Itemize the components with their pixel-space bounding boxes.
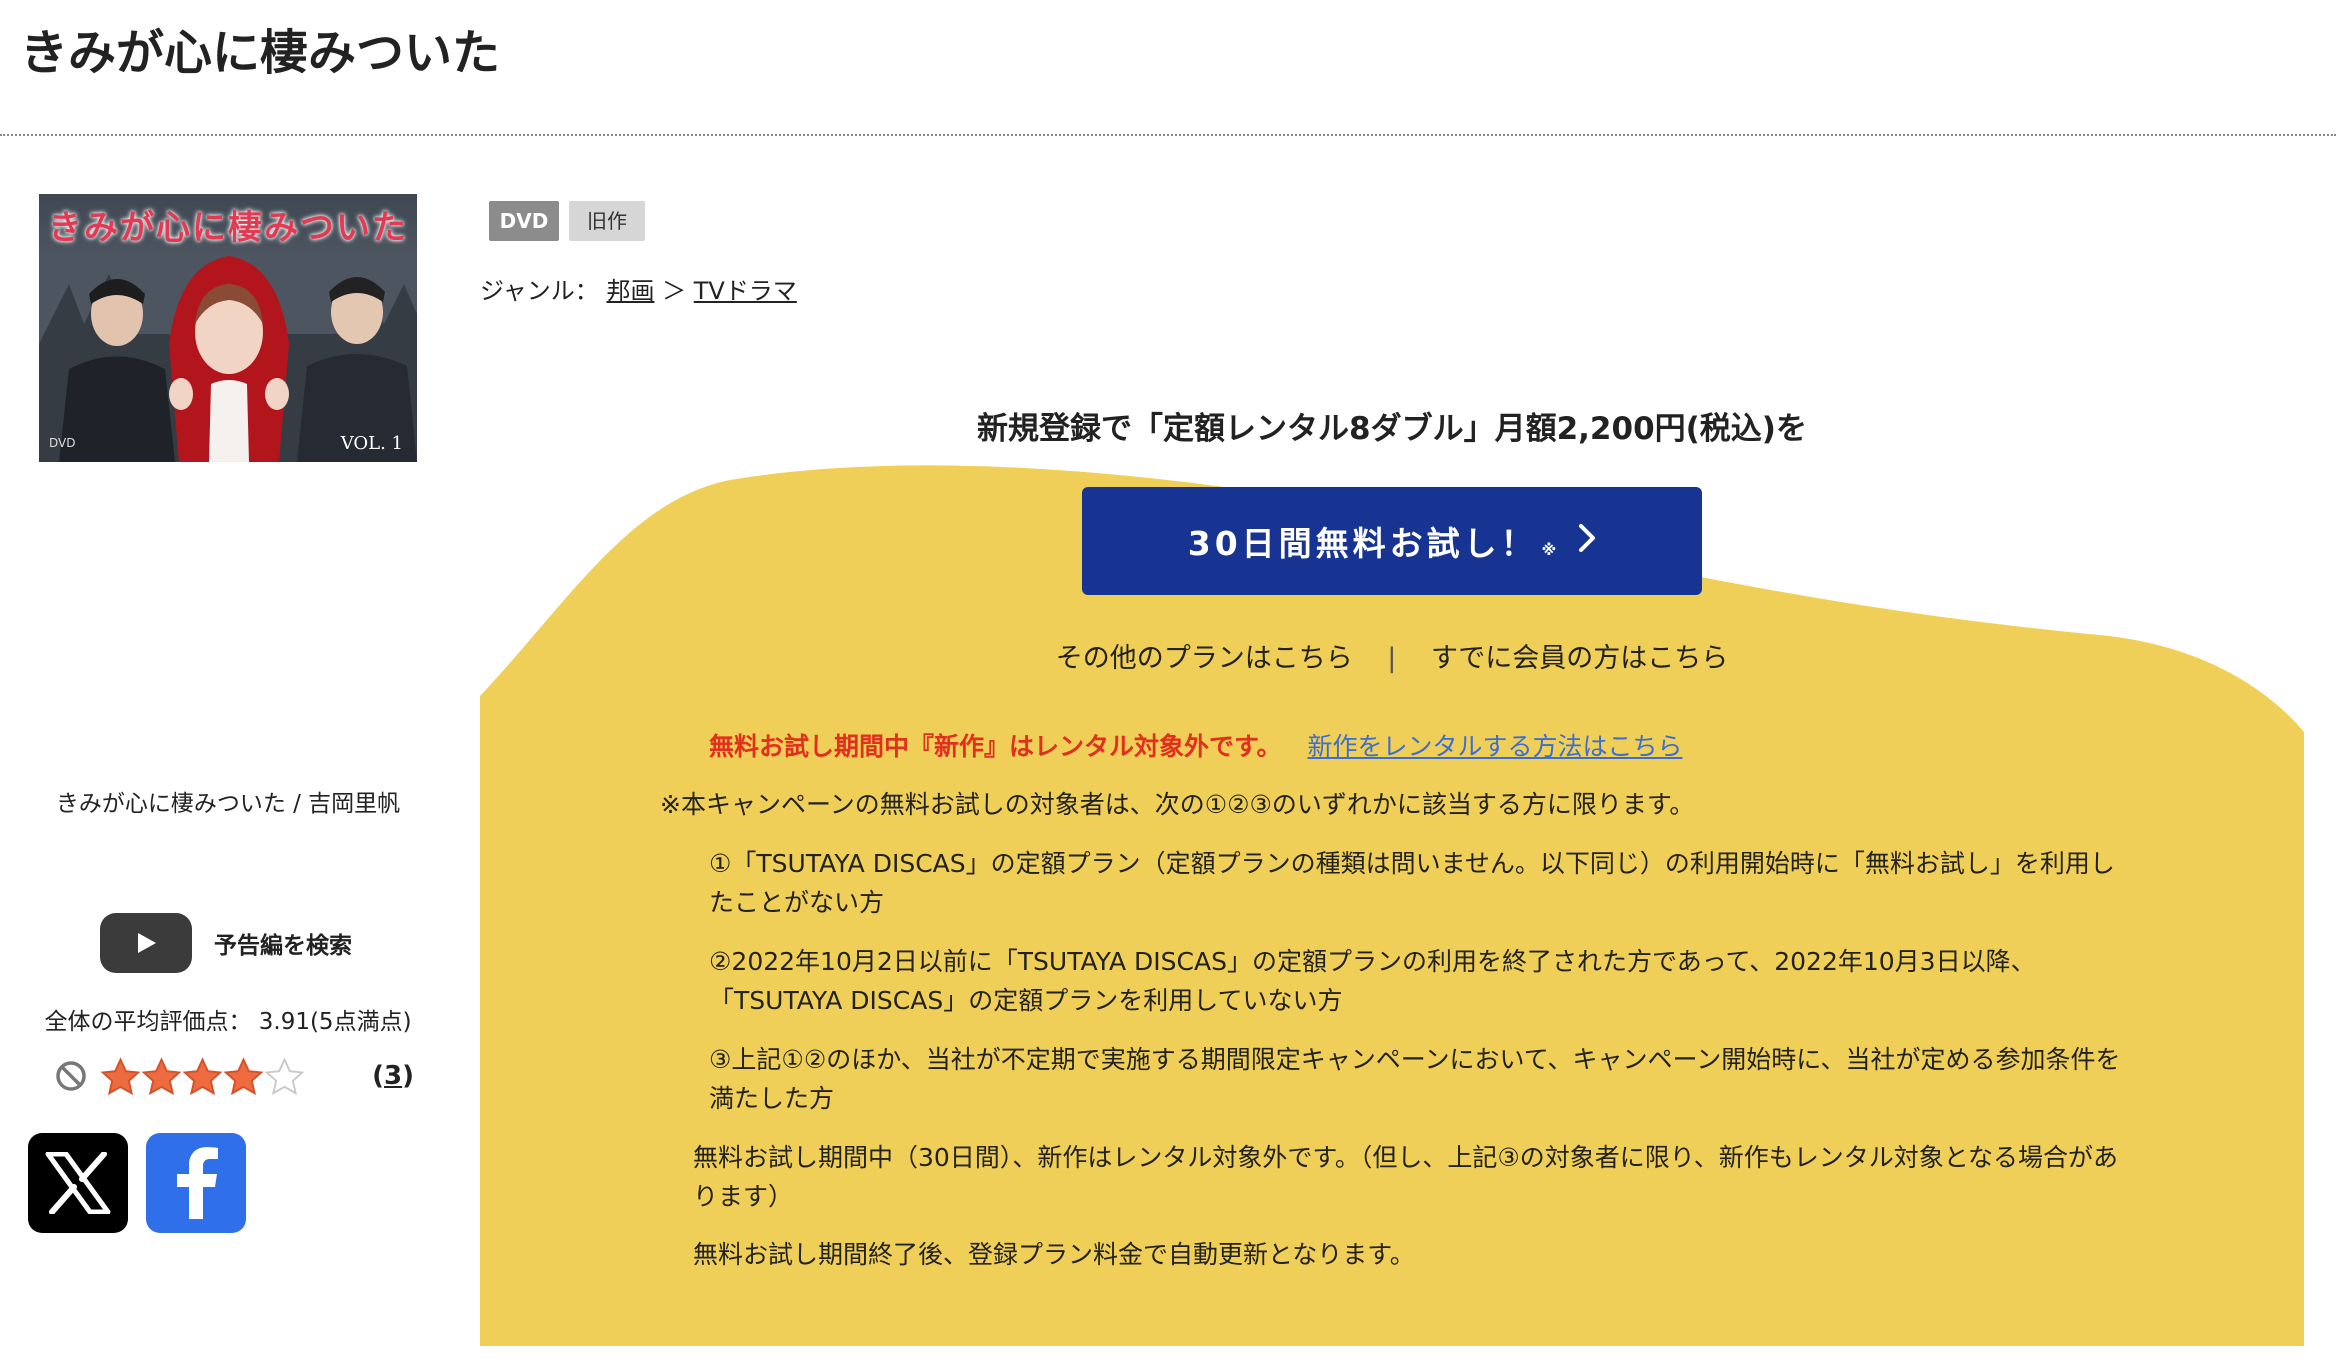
rating-row: (3) bbox=[54, 1054, 414, 1098]
product-caption: きみが心に棲みついた / 吉岡里帆 bbox=[55, 791, 401, 817]
star-filled-icon[interactable] bbox=[141, 1057, 182, 1095]
rating-value: 3.91(5点満点) bbox=[258, 1009, 412, 1035]
condition-item: ②2022年10月2日以前に「TSUTAYA DISCAS」の定額プランの利用を… bbox=[709, 947, 2036, 1015]
dvd-jacket-image[interactable]: きみが心に棲みついた VOL. 1 DVD bbox=[39, 194, 417, 462]
trailer-search-button[interactable]: 予告編を検索 bbox=[100, 913, 352, 973]
x-icon bbox=[44, 1152, 112, 1214]
genre-link-hougaku[interactable]: 邦画 bbox=[606, 277, 654, 305]
trial-note: 無料お試し期間中（30日間）、新作はレンタル対象外です。（但し、上記③の対象者に… bbox=[693, 1143, 2118, 1211]
other-plans-link[interactable]: その他のプランはこちら bbox=[1056, 643, 1353, 674]
format-badge-dvd: DVD bbox=[489, 201, 559, 241]
jacket-format-mark: DVD bbox=[49, 436, 76, 450]
promo-heading: 新規登録で「定額レンタル8ダブル」月額2,200円(税込)を bbox=[977, 411, 1807, 447]
review-count-link[interactable]: 3 bbox=[384, 1061, 402, 1091]
star-empty-icon[interactable] bbox=[264, 1057, 305, 1095]
star-filled-icon[interactable] bbox=[182, 1057, 223, 1095]
title-divider bbox=[0, 134, 2336, 136]
jacket-volume: VOL. 1 bbox=[340, 433, 403, 454]
free-trial-button[interactable]: 30日間無料お試し！ ※ bbox=[1082, 487, 1702, 595]
star-rating[interactable] bbox=[100, 1057, 305, 1095]
condition-item: ③上記①②のほか、当社が不定期で実施する期間限定キャンペーンにおいて、キャンペー… bbox=[709, 1045, 2121, 1113]
new-release-warning: 無料お試し期間中『新作』はレンタル対象外です。 新作をレンタルする方法はこちら bbox=[709, 727, 1682, 763]
facebook-icon bbox=[171, 1147, 221, 1219]
trailer-search-label: 予告編を検索 bbox=[214, 933, 352, 959]
free-trial-label: 30日間無料お試し！ bbox=[1187, 524, 1538, 563]
not-interested-icon[interactable] bbox=[54, 1059, 88, 1093]
member-login-link[interactable]: すでに会員の方はこちら bbox=[1431, 643, 1728, 674]
free-trial-note-mark: ※ bbox=[1541, 541, 1557, 559]
youtube-play-icon bbox=[100, 913, 192, 973]
plan-links: その他のプランはこちら | すでに会員の方はこちら bbox=[480, 636, 2304, 675]
new-release-rental-link[interactable]: 新作をレンタルする方法はこちら bbox=[1307, 732, 1682, 761]
warning-text: 無料お試し期間中『新作』はレンタル対象外です。 bbox=[709, 732, 1282, 761]
genre-separator: ＞ bbox=[662, 277, 687, 305]
links-separator: | bbox=[1387, 643, 1397, 674]
genre-label: ジャンル： bbox=[480, 277, 599, 305]
catalog-badge-old: 旧作 bbox=[569, 201, 645, 241]
average-rating: 全体の平均評価点： 3.91(5点満点) bbox=[0, 1002, 456, 1036]
review-count: (3) bbox=[372, 1061, 414, 1091]
jacket-title: きみが心に棲みついた bbox=[48, 208, 408, 248]
star-filled-icon[interactable] bbox=[100, 1057, 141, 1095]
condition-item: ①「TSUTAYA DISCAS」の定額プラン（定額プランの種類は問いません。以… bbox=[709, 849, 2115, 917]
rating-label: 全体の平均評価点： bbox=[44, 1009, 252, 1035]
share-x-button[interactable] bbox=[28, 1133, 128, 1233]
chevron-right-icon bbox=[1578, 522, 1596, 561]
share-facebook-button[interactable] bbox=[146, 1133, 246, 1233]
conditions-intro: ※本キャンペーンの無料お試しの対象者は、次の①②③のいずれかに該当する方に限りま… bbox=[660, 790, 1695, 819]
page-title: きみが心に棲みついた bbox=[20, 25, 501, 81]
trial-note: 無料お試し期間終了後、登録プラン料金で自動更新となります。 bbox=[693, 1240, 1415, 1269]
genre-breadcrumb: ジャンル： 邦画 ＞ TVドラマ bbox=[480, 271, 797, 306]
star-filled-icon[interactable] bbox=[223, 1057, 264, 1095]
genre-link-tv-drama[interactable]: TVドラマ bbox=[694, 277, 797, 305]
